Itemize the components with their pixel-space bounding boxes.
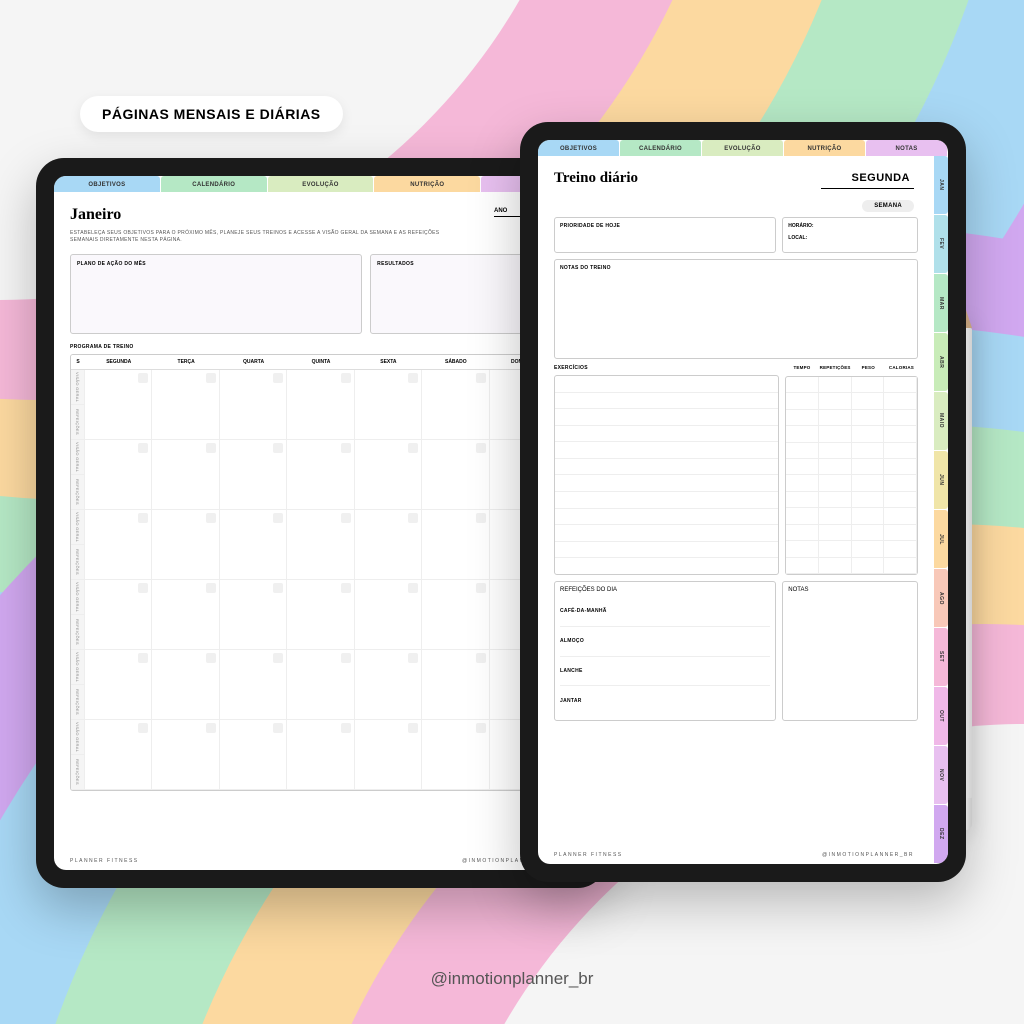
col-peso: PESO: [852, 365, 885, 372]
exercicios-section: EXERCÍCIOS: [554, 365, 779, 575]
weekday-s: S: [71, 355, 85, 369]
plano-label: PLANO DE AÇÃO DO MÊS: [77, 261, 355, 267]
calendar-grid[interactable]: [85, 370, 557, 790]
tab-evolucao[interactable]: EVOLUÇÃO: [702, 140, 783, 156]
meal-jantar: JANTAR: [560, 698, 630, 704]
cal-side-visao[interactable]: VISÃO GERAL: [71, 370, 84, 405]
footer-left: PLANNER FITNESS: [554, 852, 623, 858]
col-cal: CALORIAS: [885, 365, 918, 372]
exercise-grid[interactable]: [785, 376, 918, 575]
cal-side-ref[interactable]: REFEIÇÕES: [71, 405, 84, 440]
col-rep: REPETIÇÕES: [819, 365, 852, 372]
notas-treino-box[interactable]: NOTAS DO TREINO: [554, 259, 918, 359]
month-title: Janeiro: [70, 206, 558, 224]
plano-box[interactable]: PLANO DE AÇÃO DO MÊS: [70, 254, 362, 334]
exercicios-lines[interactable]: [554, 375, 779, 575]
horario-label: HORÁRIO:: [788, 223, 912, 229]
weekday-sex: SEXTA: [355, 355, 422, 369]
section-badge: PÁGINAS MENSAIS E DIÁRIAS: [80, 96, 343, 132]
tab-notas[interactable]: NOTAS: [866, 140, 947, 156]
meal-lanche: LANCHE: [560, 668, 630, 674]
exercicios-label: EXERCÍCIOS: [554, 365, 779, 371]
exercise-columns: TEMPO REPETIÇÕES PESO CALORIAS: [785, 365, 918, 575]
refeicoes-box[interactable]: REFEIÇÕES DO DIA CAFÉ-DA-MANHÃ ALMOÇO LA…: [554, 581, 776, 721]
programa-label: PROGRAMA DE TREINO: [70, 344, 558, 350]
meal-almoco: ALMOÇO: [560, 638, 630, 644]
tab-calendario[interactable]: CALENDÁRIO: [620, 140, 701, 156]
month-intro: ESTABELEÇA SEUS OBJETIVOS PARA O PRÓXIMO…: [70, 230, 450, 244]
weekday-qui: QUINTA: [287, 355, 354, 369]
tab-nutricao[interactable]: NUTRIÇÃO: [374, 176, 480, 192]
footer-left: PLANNER FITNESS: [70, 858, 139, 864]
notas-box[interactable]: NOTAS: [782, 581, 918, 721]
horario-local-box[interactable]: HORÁRIO: LOCAL:: [782, 217, 918, 253]
weekday-ter: TERÇA: [152, 355, 219, 369]
tab-nutricao[interactable]: NUTRIÇÃO: [784, 140, 865, 156]
training-calendar: S SEGUNDA TERÇA QUARTA QUINTA SEXTA SÁBA…: [70, 354, 558, 791]
day-name: SEGUNDA: [821, 172, 914, 189]
tab-evolucao[interactable]: EVOLUÇÃO: [268, 176, 374, 192]
weekday-seg: SEGUNDA: [85, 355, 152, 369]
tab-objetivos[interactable]: OBJETIVOS: [54, 176, 160, 192]
top-tabs: OBJETIVOS CALENDÁRIO EVOLUÇÃO NUTRIÇÃO N…: [54, 176, 588, 192]
tablet-daily: OBJETIVOS CALENDÁRIO EVOLUÇÃO NUTRIÇÃO N…: [520, 122, 966, 882]
social-handle: @inmotionplanner_br: [0, 969, 1024, 989]
weekday-sab: SÁBADO: [422, 355, 489, 369]
footer-right: @INMOTIONPLANNER_BR: [822, 852, 914, 858]
prioridade-box[interactable]: PRIORIDADE DE HOJE: [554, 217, 776, 253]
weekday-qua: QUARTA: [220, 355, 287, 369]
col-tempo: TEMPO: [785, 365, 818, 372]
meal-cafe: CAFÉ-DA-MANHÃ: [560, 608, 630, 614]
semana-button[interactable]: SEMANA: [862, 200, 914, 212]
tab-calendario[interactable]: CALENDÁRIO: [161, 176, 267, 192]
tab-objetivos[interactable]: OBJETIVOS: [538, 140, 619, 156]
local-label: LOCAL:: [788, 235, 912, 241]
